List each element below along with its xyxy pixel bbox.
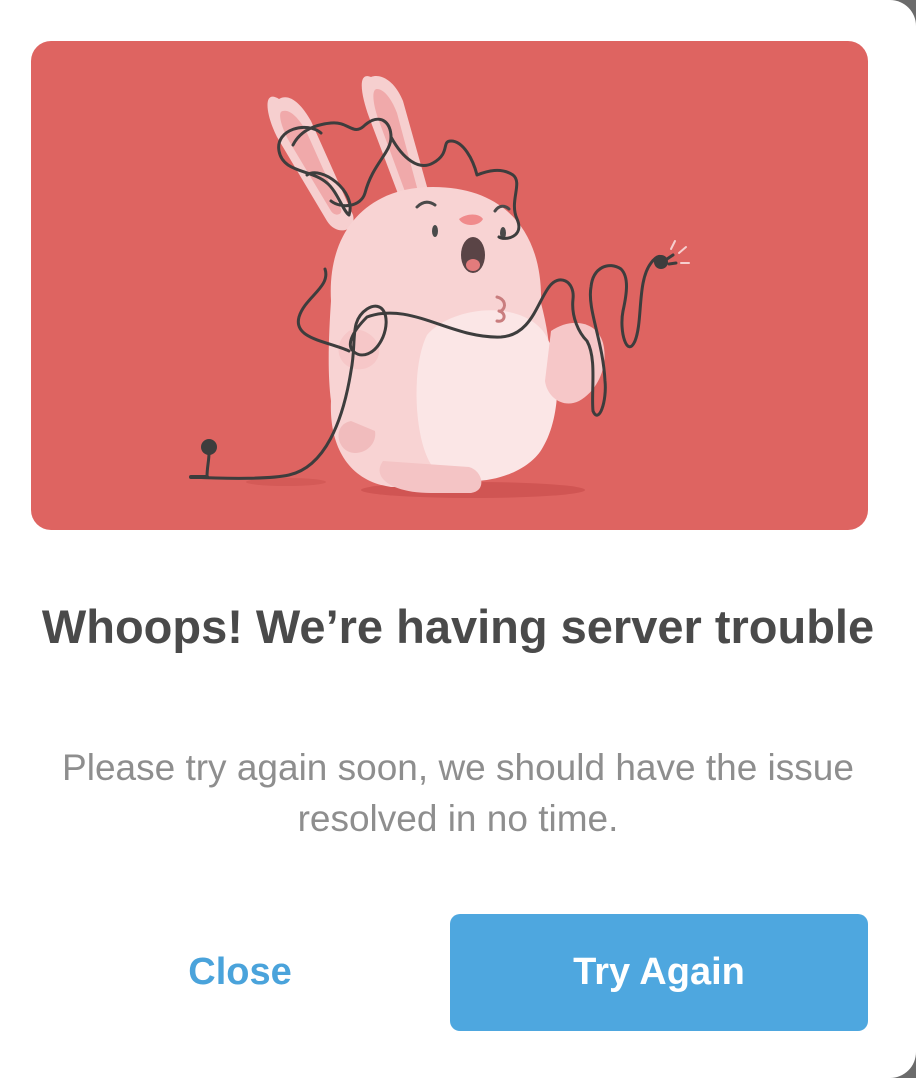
error-message: Please try again soon, we should have th…	[62, 747, 854, 839]
server-error-dialog: Whoops! We’re having server trouble Plea…	[0, 0, 916, 1078]
error-title: Whoops! We’re having server trouble	[41, 600, 875, 653]
close-button[interactable]: Close	[31, 914, 449, 1031]
unplugged-bunny-illustration-icon	[189, 76, 690, 498]
hero-illustration-panel	[31, 41, 868, 530]
try-again-button[interactable]: Try Again	[450, 914, 868, 1031]
